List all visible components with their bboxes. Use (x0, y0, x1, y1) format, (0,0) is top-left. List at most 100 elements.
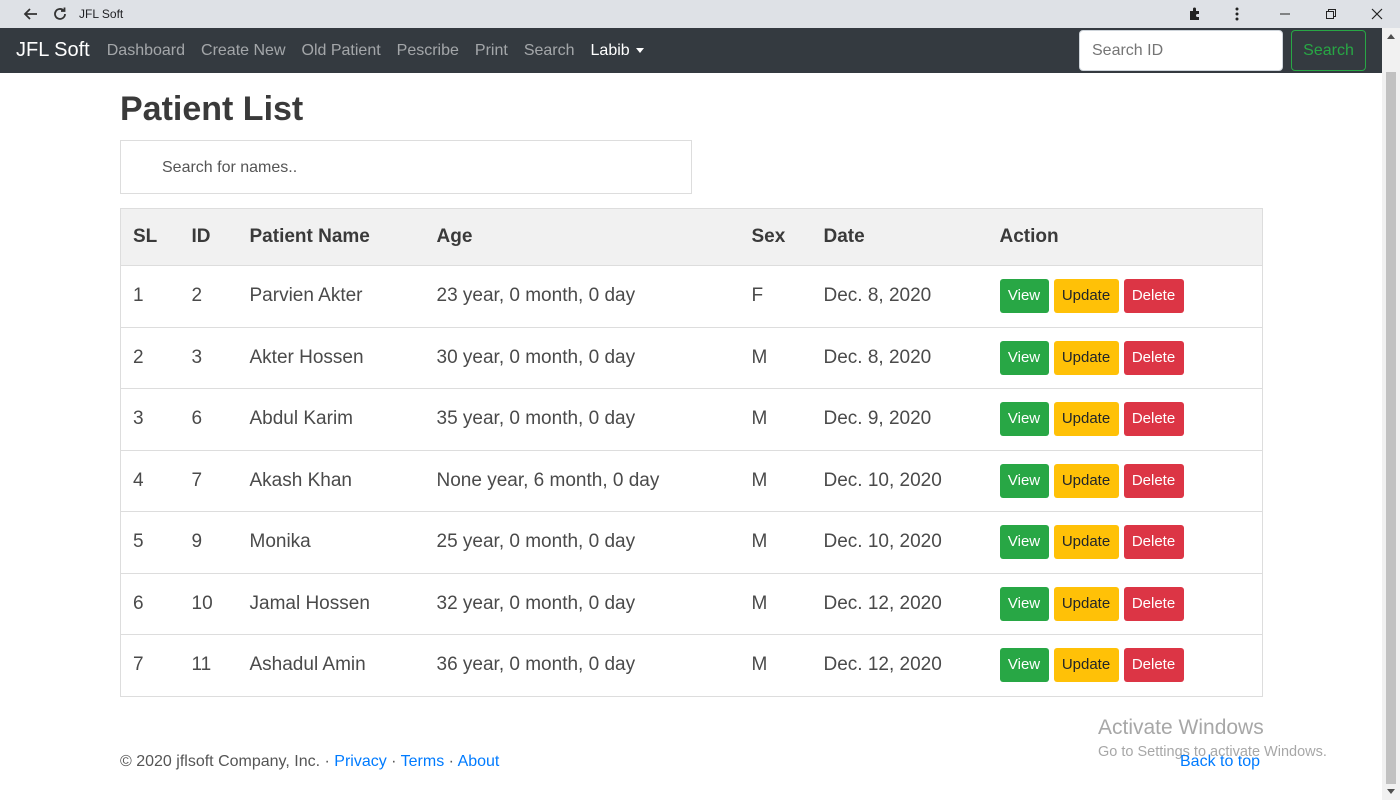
cell-actions: View Update Delete (987, 327, 1263, 389)
cell-date: Dec. 10, 2020 (811, 511, 988, 574)
cell-date: Dec. 12, 2020 (811, 573, 988, 635)
update-button[interactable]: Update (1053, 402, 1119, 437)
update-button[interactable]: Update (1053, 463, 1119, 498)
cell-actions: View Update Delete (987, 573, 1263, 635)
cell-sex: M (739, 573, 812, 635)
nav-create-new[interactable]: Create New (201, 42, 285, 60)
tab-title: JFL Soft (79, 7, 124, 21)
reload-icon[interactable] (45, 0, 75, 28)
footer-terms-link[interactable]: Terms (401, 753, 445, 770)
footer-about-link[interactable]: About (458, 753, 500, 770)
extensions-icon[interactable] (1174, 0, 1216, 28)
cell-sex: M (739, 388, 812, 451)
update-button[interactable]: Update (1053, 586, 1119, 621)
footer-separator: · (448, 753, 454, 770)
view-button[interactable]: View (999, 402, 1049, 437)
cell-name: Akter Hossen (237, 327, 425, 389)
cell-sl: 6 (120, 573, 180, 635)
scroll-up-icon[interactable] (1387, 34, 1395, 39)
cell-name: Jamal Hossen (237, 573, 425, 635)
cell-sl: 1 (120, 265, 180, 328)
cell-sl: 4 (120, 450, 180, 512)
kebab-menu-icon[interactable] (1216, 0, 1258, 28)
chevron-down-icon (635, 47, 644, 53)
nav-pescribe[interactable]: Pescribe (397, 42, 459, 60)
footer-privacy-link[interactable]: Privacy (334, 753, 386, 770)
table-row: 6 10 Jamal Hossen 32 year, 0 month, 0 da… (120, 573, 1263, 635)
page-scrollbar[interactable] (1382, 28, 1400, 800)
view-button[interactable]: View (999, 279, 1049, 314)
nav-dashboard[interactable]: Dashboard (107, 42, 185, 60)
cell-age: 25 year, 0 month, 0 day (424, 511, 740, 574)
watermark-title: Activate Windows (1098, 716, 1264, 739)
search-button[interactable]: Search (1291, 30, 1366, 71)
nav-print[interactable]: Print (475, 42, 508, 60)
table-header-row: SL ID Patient Name Age Sex Date Action (120, 208, 1263, 266)
cell-age: 23 year, 0 month, 0 day (424, 265, 740, 328)
nav-old-patient[interactable]: Old Patient (302, 42, 381, 60)
cell-sex: F (739, 265, 812, 328)
header-sl: SL (120, 208, 180, 266)
brand-logo[interactable]: JFL Soft (16, 39, 90, 62)
cell-name: Parvien Akter (237, 265, 425, 328)
cell-sex: M (739, 327, 812, 389)
cell-actions: View Update Delete (987, 634, 1263, 697)
delete-button[interactable]: Delete (1123, 340, 1184, 375)
cell-actions: View Update Delete (987, 511, 1263, 574)
cell-name: Monika (237, 511, 425, 574)
view-button[interactable]: View (999, 463, 1049, 498)
cell-date: Dec. 8, 2020 (811, 265, 988, 328)
cell-id: 10 (179, 573, 238, 635)
cell-name: Akash Khan (237, 450, 425, 512)
cell-age: 36 year, 0 month, 0 day (424, 634, 740, 697)
top-navbar: JFL Soft Dashboard Create New Old Patien… (0, 28, 1382, 73)
header-action: Action (987, 208, 1263, 266)
cell-id: 7 (179, 450, 238, 512)
update-button[interactable]: Update (1053, 648, 1119, 683)
view-button[interactable]: View (999, 525, 1049, 560)
restore-icon[interactable] (1308, 0, 1354, 28)
cell-actions: View Update Delete (987, 388, 1263, 451)
delete-button[interactable]: Delete (1123, 525, 1184, 560)
view-button[interactable]: View (999, 586, 1049, 621)
search-id-input[interactable] (1079, 30, 1283, 71)
header-date: Date (811, 208, 988, 266)
user-menu-dropdown[interactable]: Labib (591, 42, 644, 60)
delete-button[interactable]: Delete (1123, 402, 1184, 437)
cell-actions: View Update Delete (987, 265, 1263, 328)
cell-age: 35 year, 0 month, 0 day (424, 388, 740, 451)
header-sex: Sex (739, 208, 812, 266)
back-arrow-icon[interactable] (15, 0, 45, 28)
cell-name: Ashadul Amin (237, 634, 425, 697)
cell-id: 6 (179, 388, 238, 451)
scrollbar-thumb[interactable] (1386, 72, 1396, 784)
view-button[interactable]: View (999, 340, 1049, 375)
scroll-down-icon[interactable] (1387, 789, 1395, 794)
back-to-top-link[interactable]: Back to top (1180, 753, 1260, 771)
cell-date: Dec. 8, 2020 (811, 327, 988, 389)
cell-sex: M (739, 634, 812, 697)
cell-id: 11 (179, 634, 238, 697)
cell-sl: 2 (120, 327, 180, 389)
delete-button[interactable]: Delete (1123, 648, 1184, 683)
cell-date: Dec. 9, 2020 (811, 388, 988, 451)
delete-button[interactable]: Delete (1123, 463, 1184, 498)
header-patient-name: Patient Name (237, 208, 425, 266)
delete-button[interactable]: Delete (1123, 279, 1184, 314)
footer-separator: · (391, 753, 397, 770)
header-id: ID (179, 208, 238, 266)
update-button[interactable]: Update (1053, 340, 1119, 375)
cell-date: Dec. 12, 2020 (811, 634, 988, 697)
table-row: 3 6 Abdul Karim 35 year, 0 month, 0 day … (120, 388, 1263, 451)
close-icon[interactable] (1354, 0, 1400, 28)
cell-id: 3 (179, 327, 238, 389)
name-search-input[interactable]: Search for names.. (120, 140, 692, 194)
delete-button[interactable]: Delete (1123, 586, 1184, 621)
update-button[interactable]: Update (1053, 279, 1119, 314)
nav-search[interactable]: Search (524, 42, 575, 60)
user-menu-label: Labib (590, 41, 630, 59)
view-button[interactable]: View (999, 648, 1049, 683)
footer: © 2020 jflsoft Company, Inc. · Privacy ·… (120, 753, 499, 771)
update-button[interactable]: Update (1053, 525, 1119, 560)
minimize-icon[interactable] (1262, 0, 1308, 28)
